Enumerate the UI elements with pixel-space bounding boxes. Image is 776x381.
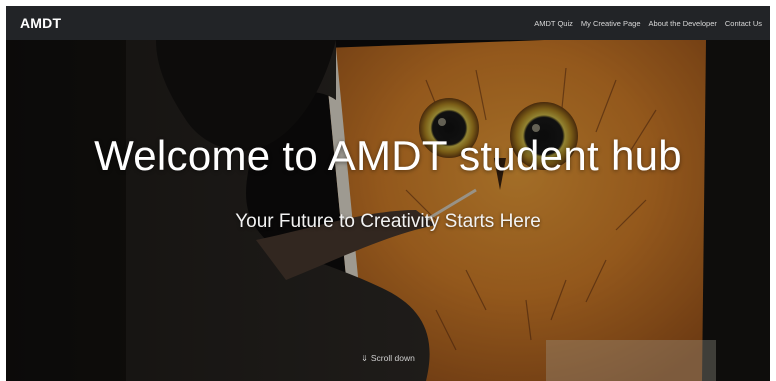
nav-link-creative-page[interactable]: My Creative Page [581, 19, 641, 28]
brand-logo[interactable]: AMDT [20, 15, 61, 31]
nav-link-about-developer[interactable]: About the Developer [649, 19, 717, 28]
nav-links: AMDT Quiz My Creative Page About the Dev… [534, 19, 762, 28]
hero-section: Welcome to AMDT student hub Your Future … [6, 40, 770, 381]
hero-title: Welcome to AMDT student hub [94, 132, 682, 179]
page-frame: AMDT AMDT Quiz My Creative Page About th… [6, 6, 770, 381]
nav-link-contact[interactable]: Contact Us [725, 19, 762, 28]
hero-subtitle: Your Future to Creativity Starts Here [235, 211, 541, 232]
scroll-down-label: Scroll down [370, 353, 415, 363]
arrow-down-icon: ⇓ [361, 354, 368, 363]
top-navbar: AMDT AMDT Quiz My Creative Page About th… [6, 6, 770, 40]
nav-link-quiz[interactable]: AMDT Quiz [534, 19, 573, 28]
scroll-down-link[interactable]: ⇓ Scroll down [6, 353, 770, 363]
